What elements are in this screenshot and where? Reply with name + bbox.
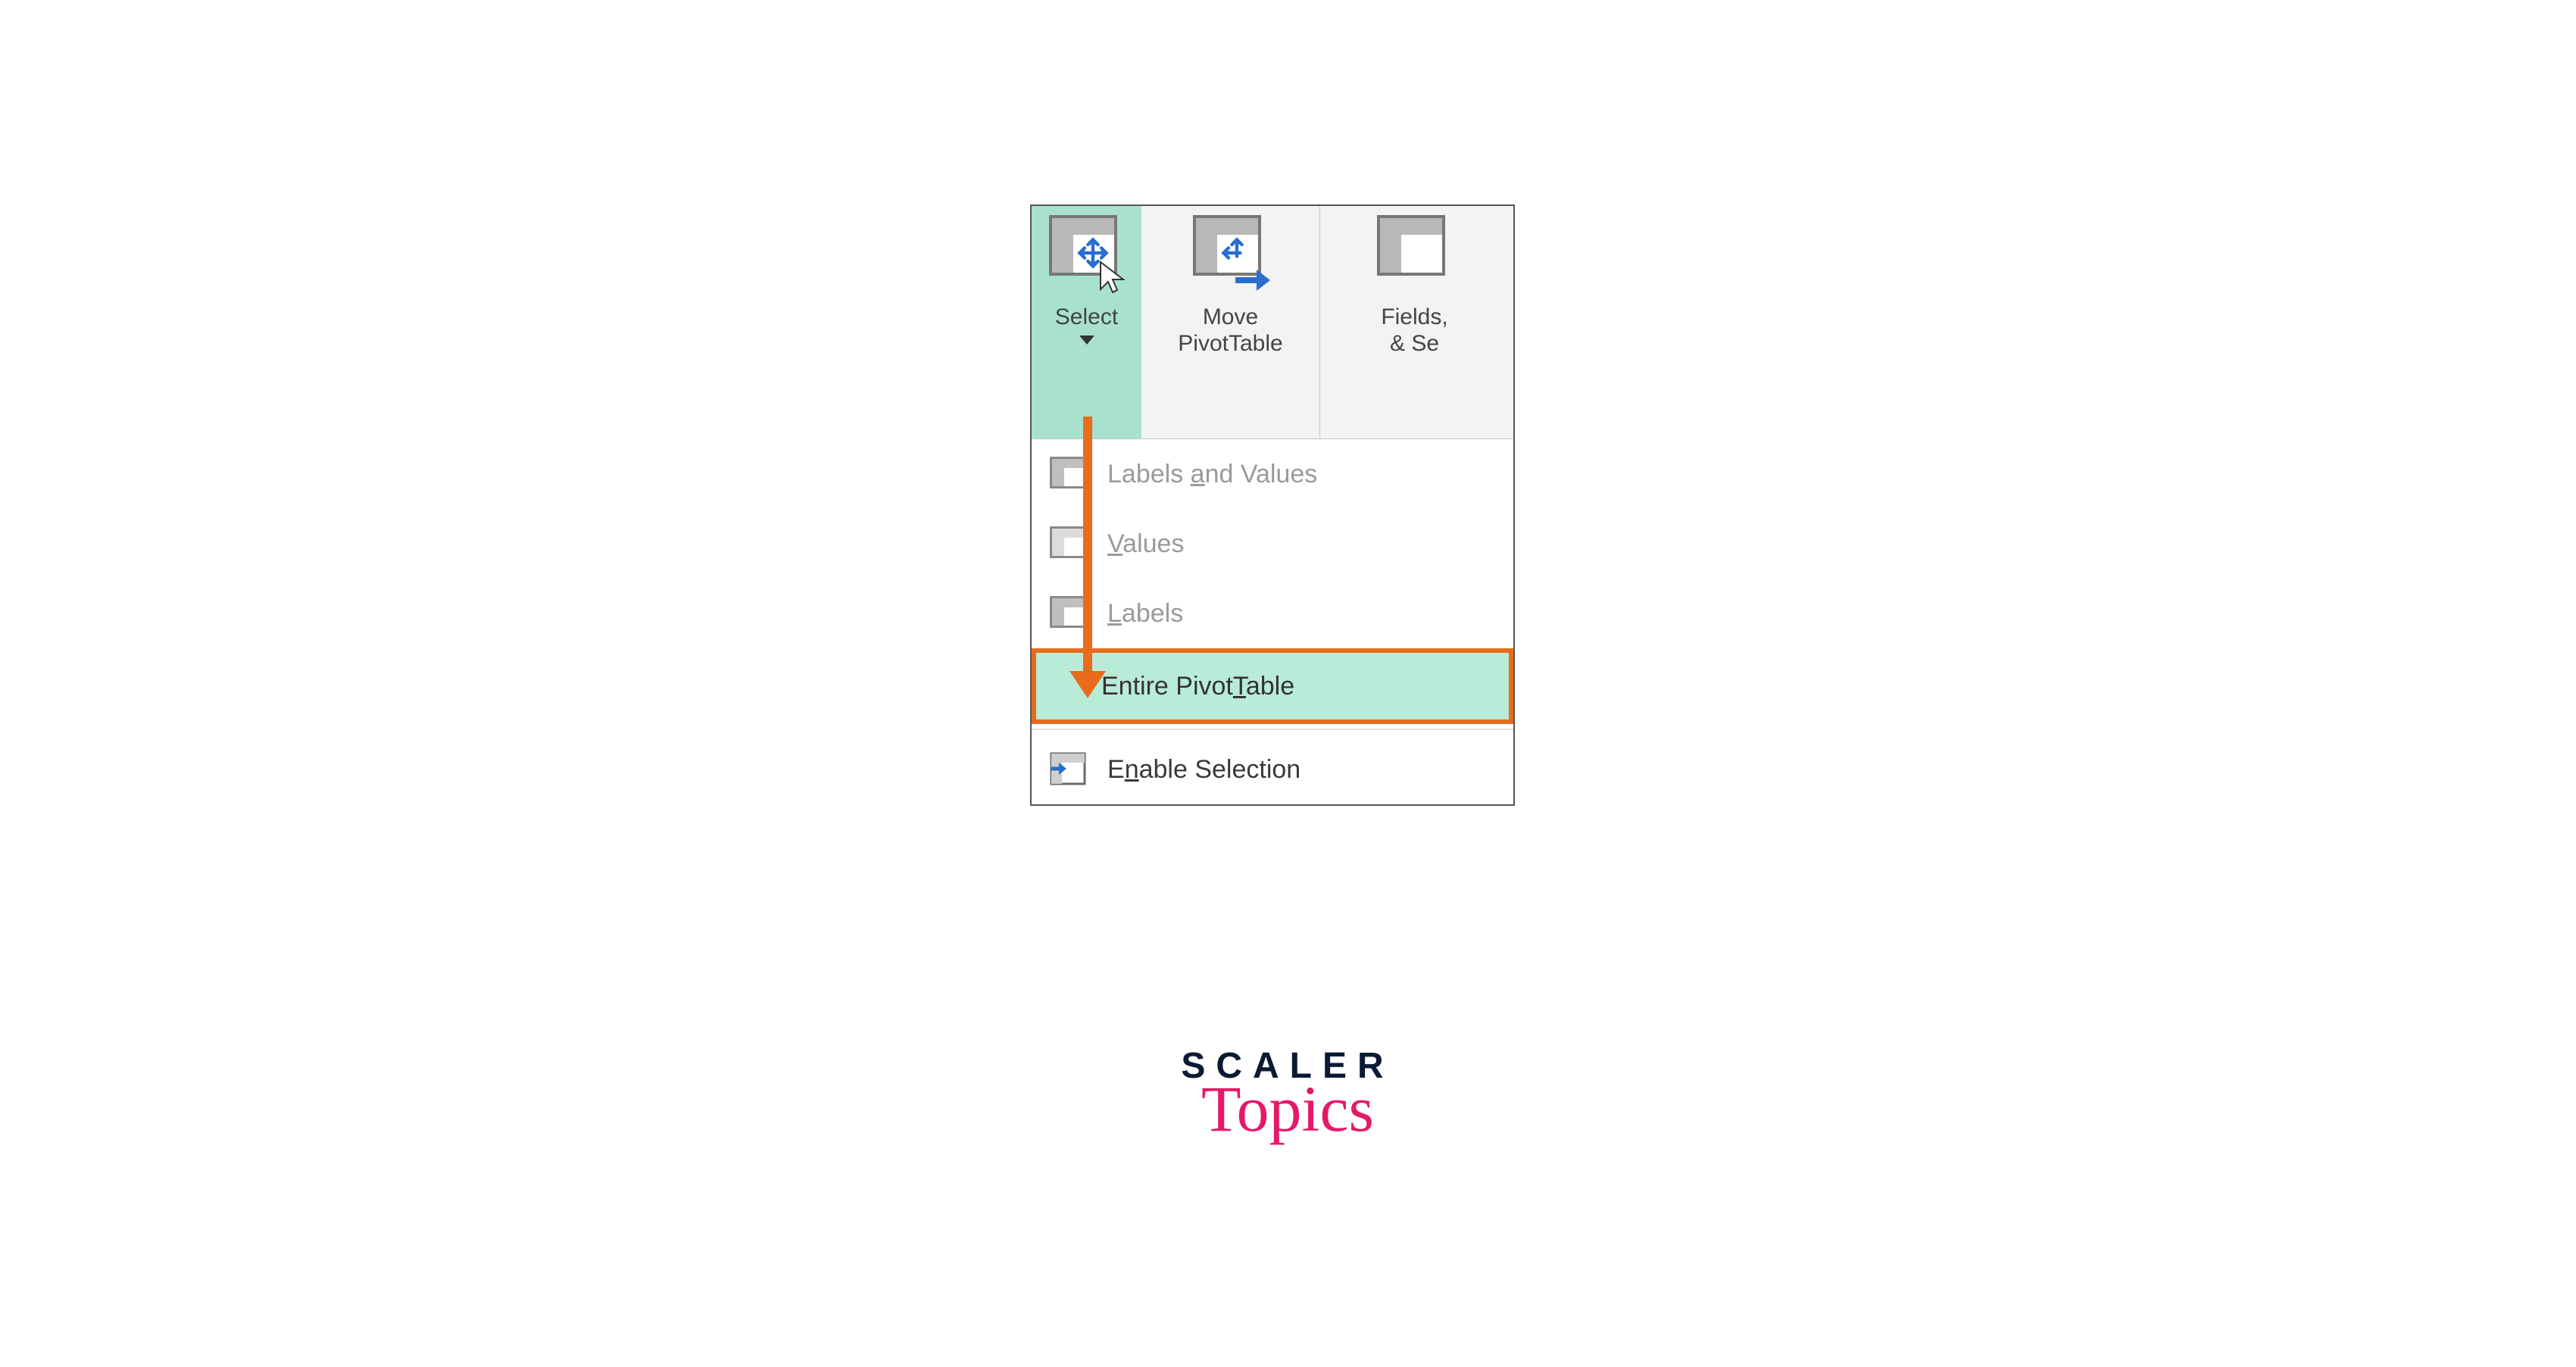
ribbon-actions-row: Select <box>1032 206 1513 439</box>
labels-text: Labels <box>1107 599 1183 629</box>
select-button[interactable]: Select <box>1032 206 1141 439</box>
fields-icon <box>1377 215 1453 291</box>
fields-label: Fields, & Se <box>1381 304 1447 357</box>
labels-values-icon <box>1050 457 1088 492</box>
cursor-icon <box>1098 259 1128 297</box>
scaler-topics-logo: SCALER Topics <box>1151 1045 1424 1141</box>
fields-button[interactable]: Fields, & Se <box>1319 206 1509 439</box>
arrow-right-icon <box>1232 265 1273 295</box>
select-dropdown-menu: Labels and Values Values Labels Entire P… <box>1032 439 1513 804</box>
menu-item-labels-and-values: Labels and Values <box>1032 439 1513 509</box>
enable-selection-text: Enable Selection <box>1107 755 1300 785</box>
menu-divider <box>1032 729 1513 730</box>
values-text: Values <box>1107 529 1184 559</box>
menu-item-enable-selection[interactable]: Enable Selection <box>1032 735 1513 804</box>
select-label: Select <box>1055 304 1118 331</box>
labels-icon <box>1050 596 1088 631</box>
menu-item-labels: Labels <box>1032 579 1513 648</box>
labels-and-values-text: Labels and Values <box>1107 460 1317 489</box>
move-pivottable-icon <box>1193 215 1269 291</box>
menu-item-values: Values <box>1032 509 1513 579</box>
select-pivottable-icon <box>1049 215 1125 291</box>
excel-select-dropdown-panel: Select <box>1030 204 1515 806</box>
dropdown-caret-icon <box>1079 336 1094 345</box>
move-label: Move PivotTable <box>1178 304 1282 357</box>
annotation-arrow <box>1083 417 1092 674</box>
enable-selection-icon <box>1050 752 1088 787</box>
move-pivottable-button[interactable]: Move PivotTable <box>1141 206 1319 439</box>
values-icon <box>1050 526 1088 561</box>
